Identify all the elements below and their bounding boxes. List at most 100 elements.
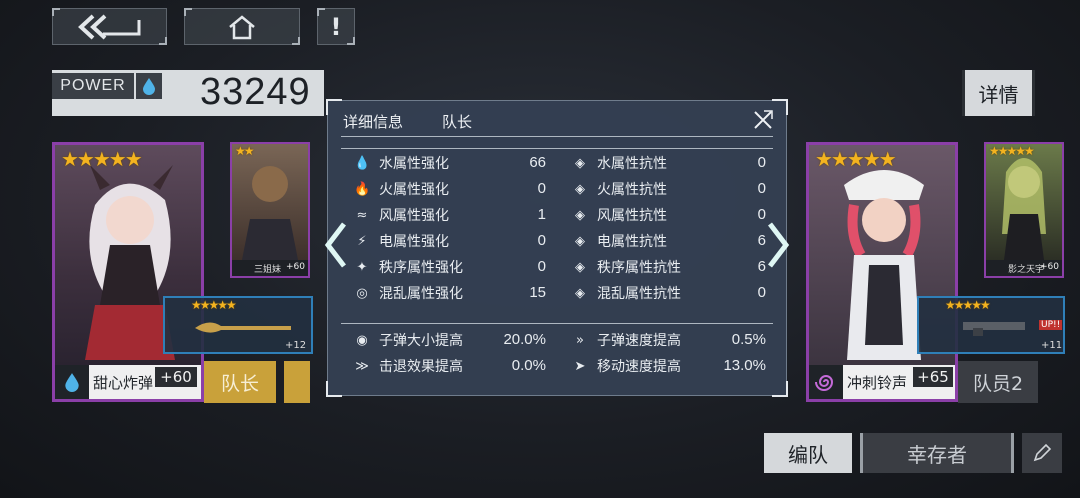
alert-button[interactable]: ! <box>317 8 355 45</box>
resistance-row: ◈ 电属性抗性 <box>572 231 667 251</box>
attribute-label: 风属性强化 <box>379 208 449 224</box>
weapon-icon <box>195 322 291 333</box>
fire-shield-icon: ◈ <box>575 181 585 197</box>
leader-character-card[interactable]: ★★★★★ 甜心炸弹 +60 <box>52 142 204 402</box>
secondary-character-card[interactable]: ★★★★★ 影之天宇 +60 <box>984 142 1064 278</box>
spiral-icon <box>809 365 843 399</box>
bonus-row: » 子弹速度提高 <box>572 330 681 350</box>
rarity-stars: ★★ <box>235 144 254 158</box>
modal-subtitle: 队长 <box>442 113 473 131</box>
wind-icon: ≈ <box>356 207 368 223</box>
team-tab-label: 编队 <box>788 442 828 467</box>
detail-modal: 详细信息 队长 💧 水属性强化 66 ◈ 水属性抗性 0 🔥 火属性强化 0 ◈… <box>326 99 788 397</box>
knockback-icon: ≫ <box>355 358 369 374</box>
divider <box>341 136 773 137</box>
weapon-level: +12 <box>285 340 307 351</box>
member-character-card[interactable]: ★★★★★ 冲刺铃声 +65 <box>806 142 958 402</box>
pencil-icon <box>1033 443 1052 462</box>
bonus-row: ≫ 击退效果提高 <box>354 356 463 376</box>
attribute-value: 15 <box>529 284 546 301</box>
attribute-row: ✦ 秩序属性强化 <box>354 257 463 277</box>
wind-shield-icon: ◈ <box>575 207 585 223</box>
water-icon: 💧 <box>354 155 371 171</box>
team-tab[interactable]: 编队 <box>764 433 852 473</box>
resistance-label: 风属性抗性 <box>597 208 667 224</box>
resistance-row: ◈ 火属性抗性 <box>572 179 667 199</box>
edit-button[interactable] <box>1022 433 1062 473</box>
bonus-label: 击退效果提高 <box>379 359 463 375</box>
power-panel: POWER 33249 <box>52 70 324 116</box>
secondary-character-card[interactable]: ★★ 三姐妹 +60 <box>230 142 310 278</box>
attribute-value: 1 <box>537 206 546 223</box>
divider <box>341 323 773 324</box>
alert-label: ! <box>330 12 342 41</box>
survivor-tab[interactable]: 幸存者 <box>860 433 1014 473</box>
resistance-row: ◈ 风属性抗性 <box>572 205 667 225</box>
level-plus: +60 <box>1040 262 1059 272</box>
resistance-label: 电属性抗性 <box>597 234 667 250</box>
equipped-weapon[interactable]: ★★★★★ +12 <box>163 296 313 354</box>
attribute-value: 0 <box>537 258 546 275</box>
attribute-label: 秩序属性强化 <box>379 260 463 276</box>
leader-role-button[interactable]: 队长 <box>204 361 276 403</box>
water-drop-icon <box>136 73 162 99</box>
divider <box>341 148 773 149</box>
resistance-label: 水属性抗性 <box>597 156 667 172</box>
character-name: 甜心炸弹 <box>93 373 154 392</box>
bonus-label: 移动速度提高 <box>597 359 681 375</box>
attribute-label: 混乱属性强化 <box>379 286 463 302</box>
resistance-label: 混乱属性抗性 <box>597 286 681 302</box>
resistance-value: 0 <box>757 180 766 197</box>
attribute-label: 水属性强化 <box>379 156 449 172</box>
resistance-label: 秩序属性抗性 <box>597 260 681 276</box>
weapon-icon <box>963 322 1025 336</box>
role-side-tab[interactable] <box>284 361 310 403</box>
attribute-row: ⚡ 电属性强化 <box>354 231 449 251</box>
attribute-label: 电属性强化 <box>379 234 449 250</box>
upgrade-badge: UP!! <box>1039 320 1063 330</box>
detail-button[interactable]: 详情 <box>962 70 1035 116</box>
resistance-value: 6 <box>757 258 766 275</box>
previous-arrow[interactable] <box>322 220 348 281</box>
bonus-row: ◉ 子弹大小提高 <box>354 330 463 350</box>
character-portrait <box>232 144 308 260</box>
resistance-value: 0 <box>757 206 766 223</box>
rarity-stars: ★★★★★ <box>61 147 143 171</box>
lightning-icon: ⚡ <box>357 233 367 249</box>
character-name: 影之天宇 <box>1008 264 1045 275</box>
home-button[interactable] <box>184 8 300 45</box>
bullet-size-icon: ◉ <box>356 332 368 348</box>
water-drop-icon <box>55 365 89 399</box>
back-button[interactable] <box>52 8 167 45</box>
level-plus: +60 <box>286 262 305 272</box>
character-name: 冲刺铃声 <box>847 373 908 392</box>
modal-title: 详细信息 <box>343 113 404 131</box>
character-portrait <box>986 144 1062 260</box>
next-arrow[interactable] <box>766 220 792 281</box>
rarity-stars: ★★★★★ <box>989 144 1035 158</box>
member-role-button[interactable]: 队员2 <box>958 361 1038 403</box>
resistance-value: 0 <box>757 154 766 171</box>
resistance-row: ◈ 混乱属性抗性 <box>572 283 681 303</box>
attribute-row: ◎ 混乱属性强化 <box>354 283 463 303</box>
character-name: 三姐妹 <box>254 264 282 275</box>
home-icon <box>229 14 255 39</box>
bonus-label: 子弹大小提高 <box>379 333 463 349</box>
level-plus: +65 <box>913 367 953 387</box>
attribute-value: 66 <box>529 154 546 171</box>
equipped-weapon[interactable]: ★★★★★ UP!! +11 <box>917 296 1065 354</box>
resistance-row: ◈ 秩序属性抗性 <box>572 257 681 277</box>
attribute-value: 0 <box>537 232 546 249</box>
move-speed-icon: ➤ <box>574 358 586 374</box>
survivor-tab-label: 幸存者 <box>907 442 967 467</box>
rarity-stars: ★★★★★ <box>815 147 897 171</box>
bonus-value: 0.0% <box>511 357 546 374</box>
lightning-shield-icon: ◈ <box>575 233 585 249</box>
attribute-value: 0 <box>537 180 546 197</box>
bonus-row: ➤ 移动速度提高 <box>572 356 681 376</box>
attribute-row: 💧 水属性强化 <box>354 153 449 173</box>
bonus-value: 20.0% <box>503 331 546 348</box>
weapon-stars: ★★★★★ <box>191 298 237 312</box>
chevron-left-icon <box>324 222 346 268</box>
close-button[interactable] <box>752 109 774 131</box>
